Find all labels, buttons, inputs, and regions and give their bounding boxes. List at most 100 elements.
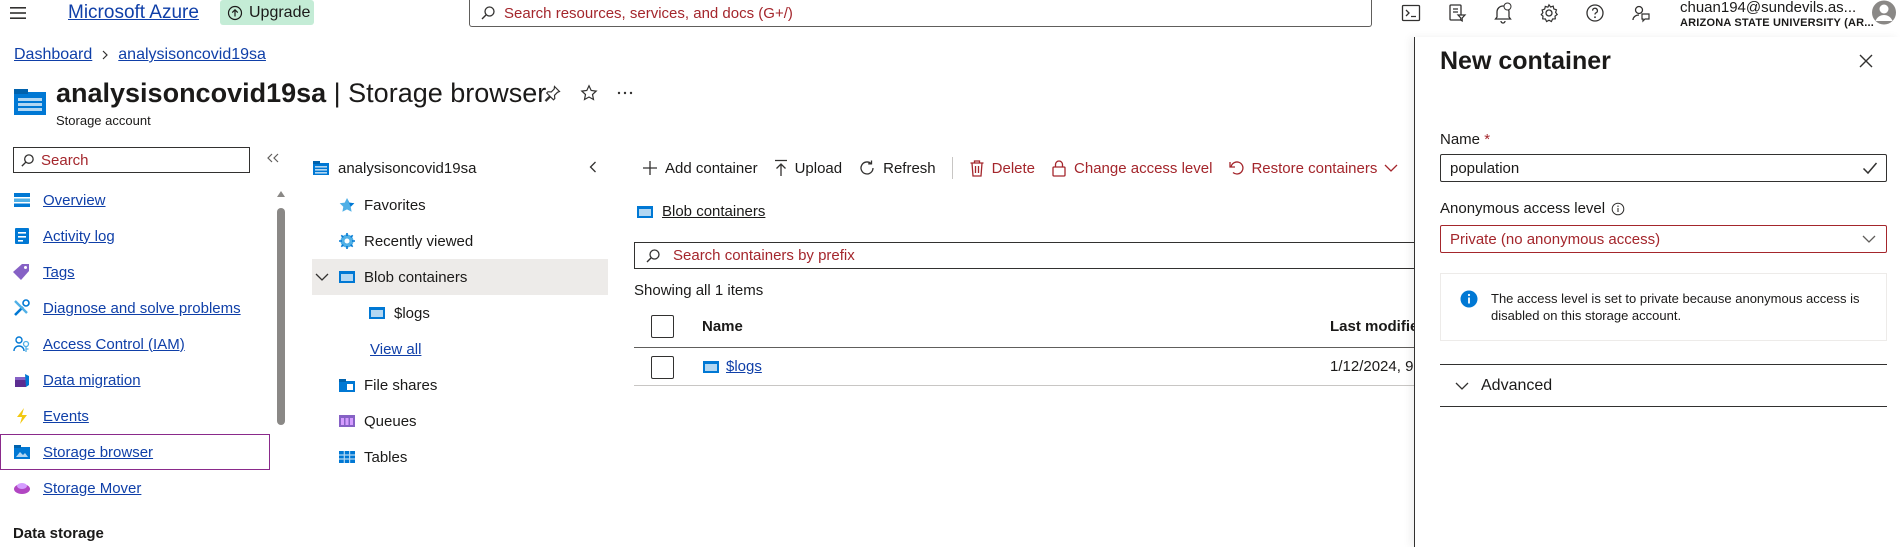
tree-item-file-shares[interactable]: File shares: [312, 367, 612, 403]
table-row[interactable]: $logs 1/12/2024, 9:: [634, 348, 1418, 386]
blob-container-icon: [636, 205, 654, 219]
more-ellipsis-icon[interactable]: [616, 84, 634, 102]
hamburger-menu-icon[interactable]: [8, 4, 28, 22]
search-icon: [20, 153, 35, 168]
favorite-star-icon[interactable]: [580, 84, 598, 102]
nav-item-events[interactable]: Events: [0, 398, 270, 434]
view-all-link[interactable]: View all: [370, 341, 421, 358]
nav-search-input[interactable]: [41, 151, 241, 169]
global-search-box[interactable]: [469, 0, 1372, 27]
nav-item-iam[interactable]: Access Control (IAM): [0, 326, 270, 362]
breadcrumb-storage-account[interactable]: analysisoncovid19sa: [118, 46, 266, 64]
tree-item-queues[interactable]: Queues: [312, 403, 612, 439]
help-icon[interactable]: [1582, 1, 1608, 25]
tree-root[interactable]: analysisoncovid19sa: [312, 155, 612, 181]
restore-containers-button[interactable]: Restore containers: [1228, 160, 1398, 177]
delete-button[interactable]: Delete: [969, 159, 1035, 177]
trash-icon: [969, 159, 985, 177]
breadcrumb-dashboard[interactable]: Dashboard: [14, 46, 92, 64]
add-container-label: Add container: [665, 159, 758, 177]
portal-brand-link[interactable]: Microsoft Azure: [68, 2, 199, 24]
chevron-down-icon[interactable]: [1384, 163, 1398, 173]
change-access-label: Change access level: [1074, 159, 1213, 177]
tree-item-tables[interactable]: Tables: [312, 439, 612, 475]
avatar[interactable]: [1870, 0, 1898, 25]
access-level-dropdown[interactable]: Private (no anonymous access): [1440, 225, 1887, 253]
tags-icon: [13, 263, 31, 281]
plus-icon: [642, 160, 658, 176]
nav-item-diagnose[interactable]: Diagnose and solve problems: [0, 290, 270, 326]
close-icon[interactable]: [1858, 53, 1874, 69]
add-container-button[interactable]: Add container: [642, 160, 758, 177]
panel-title: New container: [1440, 47, 1611, 75]
new-container-panel: New container Name * Anonymous access le…: [1414, 37, 1900, 547]
upgrade-button[interactable]: Upgrade: [220, 0, 314, 25]
tree-item-logs[interactable]: $logs: [312, 295, 612, 331]
info-icon[interactable]: [1611, 202, 1625, 216]
search-icon: [645, 248, 661, 264]
upload-button[interactable]: Upload: [774, 159, 842, 177]
refresh-label: Refresh: [883, 159, 936, 177]
nav-item-storage-browser[interactable]: Storage browser: [0, 434, 270, 470]
recently-viewed-gear-icon: [338, 232, 356, 250]
collapse-tree-icon[interactable]: [588, 160, 598, 174]
nav-item-tags[interactable]: Tags: [0, 254, 270, 290]
change-access-level-button[interactable]: Change access level: [1051, 159, 1212, 177]
tree-item-blob-containers[interactable]: Blob containers: [312, 259, 608, 295]
nav-search-box[interactable]: [13, 147, 250, 173]
name-input[interactable]: [1450, 159, 1862, 177]
cloud-shell-icon[interactable]: [1398, 1, 1424, 25]
blob-containers-link[interactable]: Blob containers: [662, 203, 765, 220]
upgrade-arrow-icon: [227, 5, 243, 21]
toolbar-divider: [951, 157, 953, 179]
blob-container-icon: [338, 268, 356, 286]
access-level-label: Anonymous access level: [1440, 200, 1625, 217]
column-header-name[interactable]: Name: [702, 318, 743, 335]
name-label-text: Name: [1440, 131, 1481, 148]
scroll-up-arrow-icon[interactable]: [277, 190, 285, 198]
container-search-input[interactable]: [673, 247, 1373, 264]
tree-item-label: File shares: [364, 376, 438, 394]
column-header-last-modified[interactable]: Last modified: [1330, 318, 1428, 335]
row-checkbox[interactable]: [651, 356, 674, 379]
chevron-down-icon[interactable]: [314, 270, 330, 284]
nav-item-label: Tags: [43, 263, 75, 281]
nav-item-data-migration[interactable]: Data migration: [0, 362, 270, 398]
notifications-icon[interactable]: [1490, 1, 1516, 25]
container-name-link[interactable]: $logs: [726, 358, 762, 375]
tree-root-label: analysisoncovid19sa: [338, 159, 477, 177]
advanced-section-toggle[interactable]: Advanced: [1440, 364, 1887, 407]
blob-container-icon: [702, 360, 720, 374]
account-info[interactable]: chuan194@sundevils.as... ARIZONA STATE U…: [1680, 0, 1874, 29]
nav-item-overview[interactable]: Overview: [0, 182, 270, 218]
feedback-icon[interactable]: [1628, 1, 1654, 25]
directory-filter-icon[interactable]: [1444, 1, 1470, 25]
restore-label: Restore containers: [1251, 159, 1378, 177]
refresh-button[interactable]: Refresh: [858, 159, 936, 177]
settings-gear-icon[interactable]: [1536, 1, 1562, 25]
tree-item-favorites[interactable]: Favorites: [312, 187, 612, 223]
container-search-box[interactable]: [634, 242, 1414, 269]
storage-account-icon: [312, 160, 330, 176]
nav-item-activity-log[interactable]: Activity log: [0, 218, 270, 254]
info-filled-icon: [1460, 290, 1478, 308]
access-level-label-text: Anonymous access level: [1440, 200, 1606, 217]
collapse-nav-icon[interactable]: [266, 152, 280, 164]
scrollbar-thumb[interactable]: [277, 208, 285, 425]
tree-item-label: $logs: [394, 304, 430, 322]
access-level-value: Private (no anonymous access): [1450, 230, 1661, 248]
tree-item-recently-viewed[interactable]: Recently viewed: [312, 223, 612, 259]
nav-scrollbar[interactable]: [277, 190, 285, 547]
top-icon-bar: [1398, 1, 1654, 25]
select-all-checkbox[interactable]: [651, 315, 674, 338]
containers-table: Name Last modified $logs 1/12/2024, 9:: [634, 306, 1428, 386]
tree-item-view-all[interactable]: View all: [312, 331, 612, 367]
nav-item-storage-mover[interactable]: Storage Mover: [0, 470, 270, 506]
name-field[interactable]: [1440, 154, 1887, 182]
top-bar: Microsoft Azure Upgrade chuan1: [0, 0, 1900, 29]
chevron-down-icon: [1862, 234, 1876, 244]
pin-icon[interactable]: [544, 84, 562, 102]
global-search-input[interactable]: [504, 4, 1364, 22]
tree-item-label: Favorites: [364, 196, 426, 214]
user-email: chuan194@sundevils.as...: [1680, 0, 1857, 16]
